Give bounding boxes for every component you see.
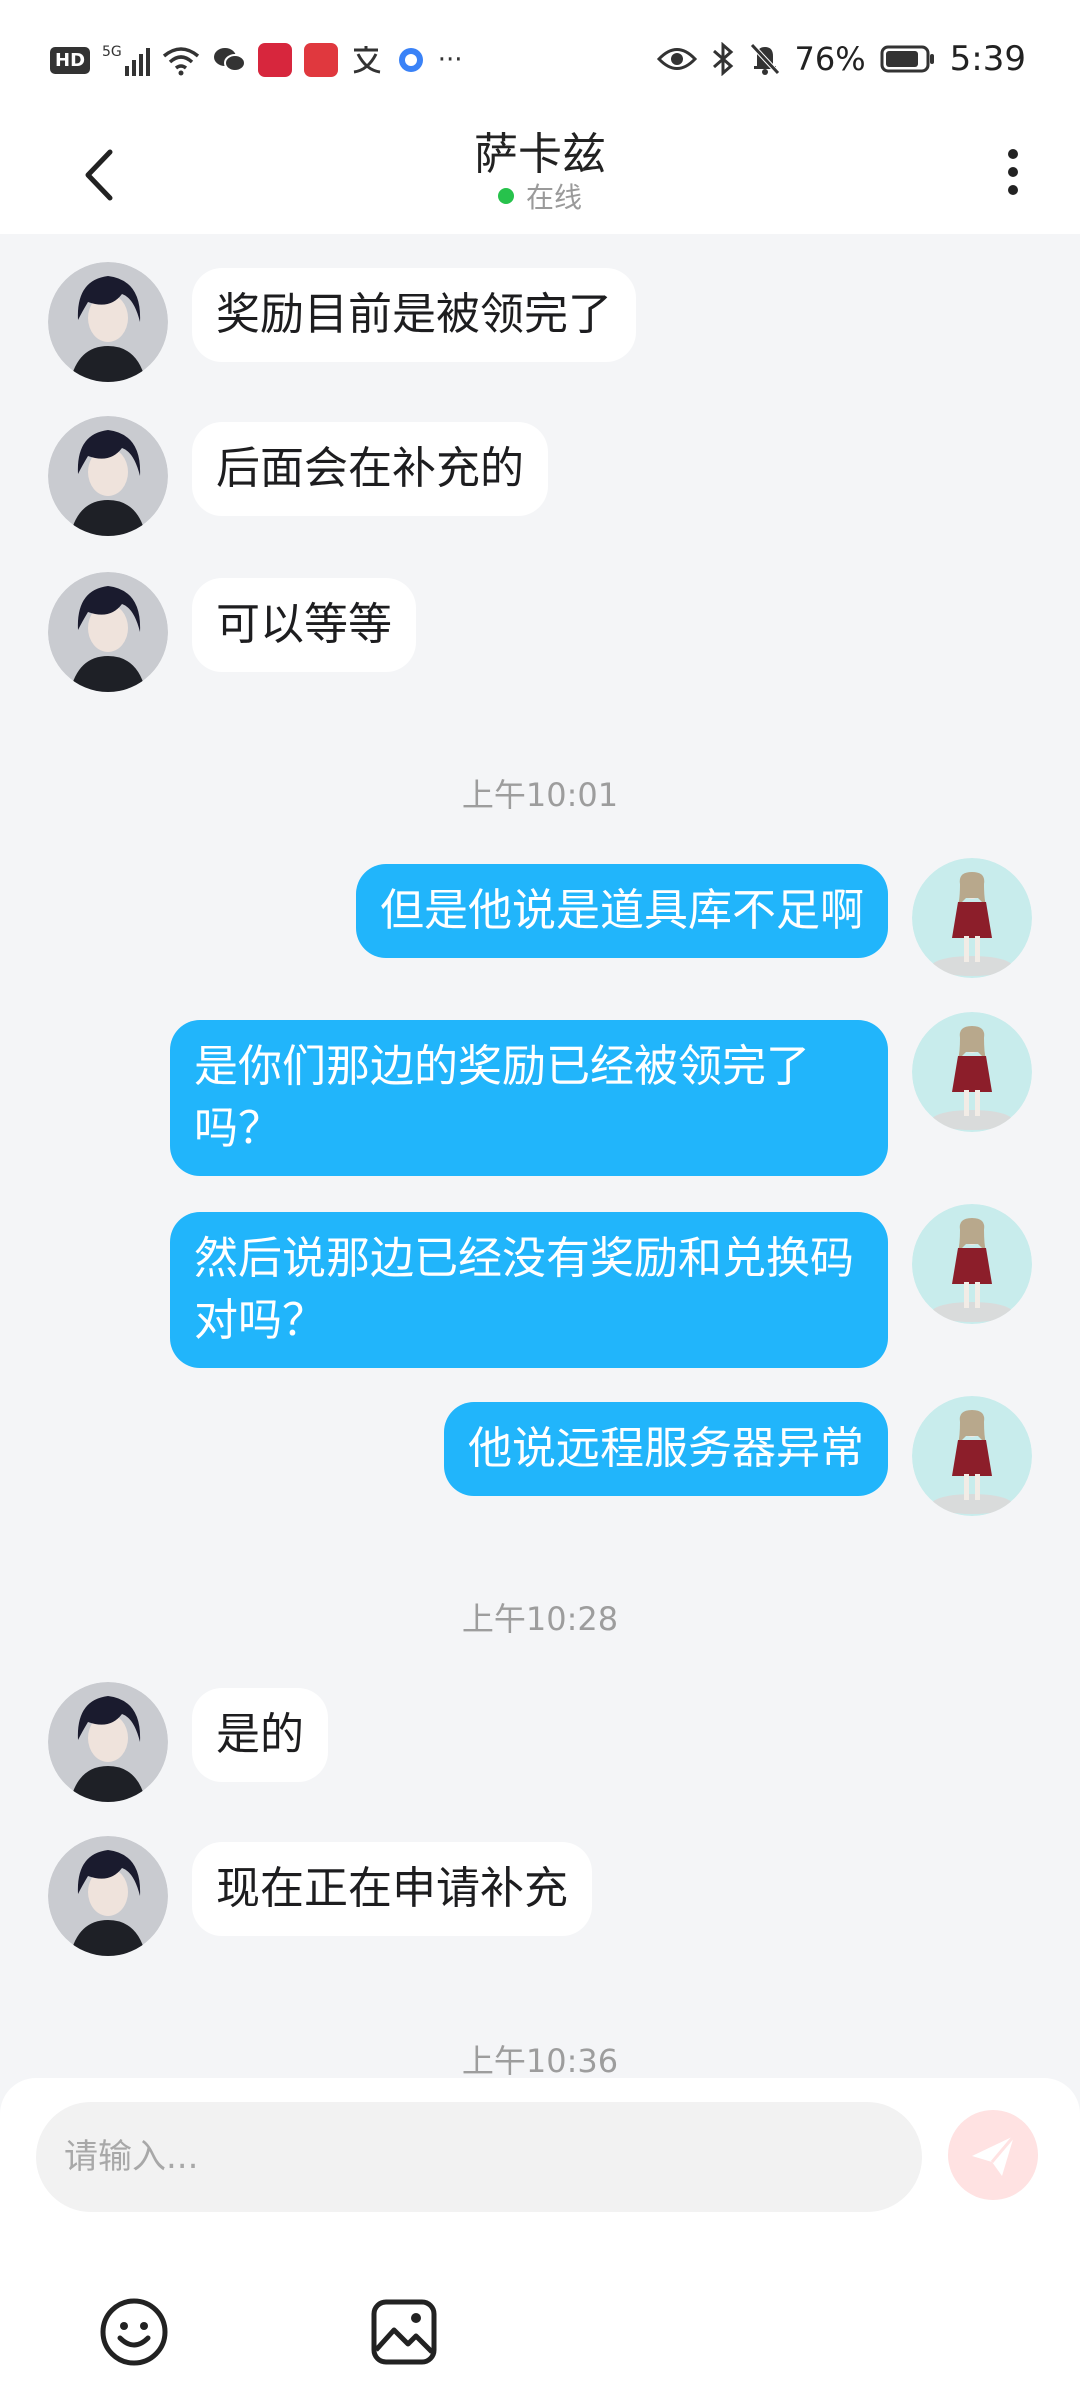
incoming-message-bubble[interactable]: 后面会在补充的 xyxy=(192,422,548,516)
online-status-label: 在线 xyxy=(525,181,582,214)
outgoing-message-bubble[interactable]: 他说远程服务器异常 xyxy=(444,1402,888,1496)
incoming-message-bubble[interactable]: 可以等等 xyxy=(192,578,416,672)
message-row: 然后说那边已经没有奖励和兑换码对吗？ xyxy=(0,1204,1080,1368)
signal-icon: 5G xyxy=(102,44,150,76)
network-type-label: 5G xyxy=(102,44,122,60)
eye-icon xyxy=(656,48,697,70)
wifi-icon xyxy=(162,47,199,76)
message-row: 是你们那边的奖励已经被领完了吗？ xyxy=(0,1012,1080,1176)
app-badge-icon xyxy=(303,43,338,77)
anime-character-avatar-icon xyxy=(48,416,168,536)
chat-message-list[interactable]: 奖励目前是被领完了 后面会在补充的 可以等等 上午10:01 但是他说是道具库不… xyxy=(0,234,1080,2080)
online-status: 在线 xyxy=(0,176,1080,216)
more-vertical-icon xyxy=(1008,149,1018,195)
outgoing-message-bubble[interactable]: 然后说那边已经没有奖励和兑换码对吗？ xyxy=(170,1212,888,1368)
clock: 5:39 xyxy=(949,39,1026,79)
emoji-button[interactable] xyxy=(98,2296,170,2368)
message-row: 现在正在申请补充 xyxy=(0,1836,1080,1956)
incoming-message-bubble[interactable]: 是的 xyxy=(192,1688,328,1782)
send-icon xyxy=(972,2135,1016,2176)
contact-name: 萨卡兹 xyxy=(474,129,606,180)
outgoing-message-bubble[interactable]: 但是他说是道具库不足啊 xyxy=(356,864,888,958)
outgoing-message-bubble[interactable]: 是你们那边的奖励已经被领完了吗？ xyxy=(170,1020,888,1176)
contact-avatar[interactable] xyxy=(48,572,168,692)
message-input[interactable] xyxy=(36,2102,922,2212)
bluetooth-icon xyxy=(712,42,733,76)
wechat-icon xyxy=(213,48,246,72)
incoming-message-bubble[interactable]: 现在正在申请补充 xyxy=(192,1842,592,1936)
app-badge-icon xyxy=(257,43,292,77)
contact-avatar[interactable] xyxy=(48,1836,168,1956)
image-icon xyxy=(371,2299,437,2365)
anime-character-avatar-icon xyxy=(48,1682,168,1802)
message-row: 奖励目前是被领完了 xyxy=(0,262,1080,382)
more-options-button[interactable] xyxy=(998,132,1028,212)
message-row: 他说远程服务器异常 xyxy=(0,1396,1080,1516)
more-notifications-icon: ··· xyxy=(437,45,463,75)
user-avatar[interactable] xyxy=(912,1204,1032,1324)
timestamp: 上午10:01 xyxy=(461,776,619,814)
message-row: 可以等等 xyxy=(0,572,1080,692)
message-row: 但是他说是道具库不足啊 xyxy=(0,858,1080,978)
contact-avatar[interactable] xyxy=(48,416,168,536)
status-bar-right: 76% 5:39 xyxy=(656,36,1026,82)
input-panel xyxy=(0,2078,1080,2388)
anime-character-avatar-icon xyxy=(48,1836,168,1956)
message-row: 后面会在补充的 xyxy=(0,416,1080,536)
battery-percentage: 76% xyxy=(794,40,866,78)
online-dot-icon xyxy=(497,188,514,204)
anime-girl-avatar-icon xyxy=(912,1204,1032,1324)
user-avatar[interactable] xyxy=(912,1396,1032,1516)
emoji-icon xyxy=(100,2298,168,2366)
timestamp: 上午10:36 xyxy=(461,2042,619,2080)
battery-icon xyxy=(880,45,934,73)
user-avatar[interactable] xyxy=(912,1012,1032,1132)
contact-avatar[interactable] xyxy=(48,1682,168,1802)
image-button[interactable] xyxy=(368,2296,440,2368)
chat-header: 萨卡兹 在线 xyxy=(0,118,1080,234)
anime-girl-avatar-icon xyxy=(912,1012,1032,1132)
anime-character-avatar-icon xyxy=(48,262,168,382)
incoming-message-bubble[interactable]: 奖励目前是被领完了 xyxy=(192,268,636,362)
user-avatar[interactable] xyxy=(912,858,1032,978)
mute-bell-icon xyxy=(749,43,780,75)
status-bar-left: HD 5G ··· xyxy=(50,40,463,80)
timestamp: 上午10:28 xyxy=(461,1600,619,1638)
message-row: 是的 xyxy=(0,1682,1080,1802)
status-bar: HD 5G ··· 76% 5:39 xyxy=(0,0,1080,118)
anime-character-avatar-icon xyxy=(48,572,168,692)
browser-icon xyxy=(398,48,423,72)
anime-girl-avatar-icon xyxy=(912,858,1032,978)
hd-icon: HD xyxy=(50,46,91,74)
send-button[interactable] xyxy=(948,2110,1038,2200)
translate-icon xyxy=(353,46,381,74)
contact-avatar[interactable] xyxy=(48,262,168,382)
anime-girl-avatar-icon xyxy=(912,1396,1032,1516)
